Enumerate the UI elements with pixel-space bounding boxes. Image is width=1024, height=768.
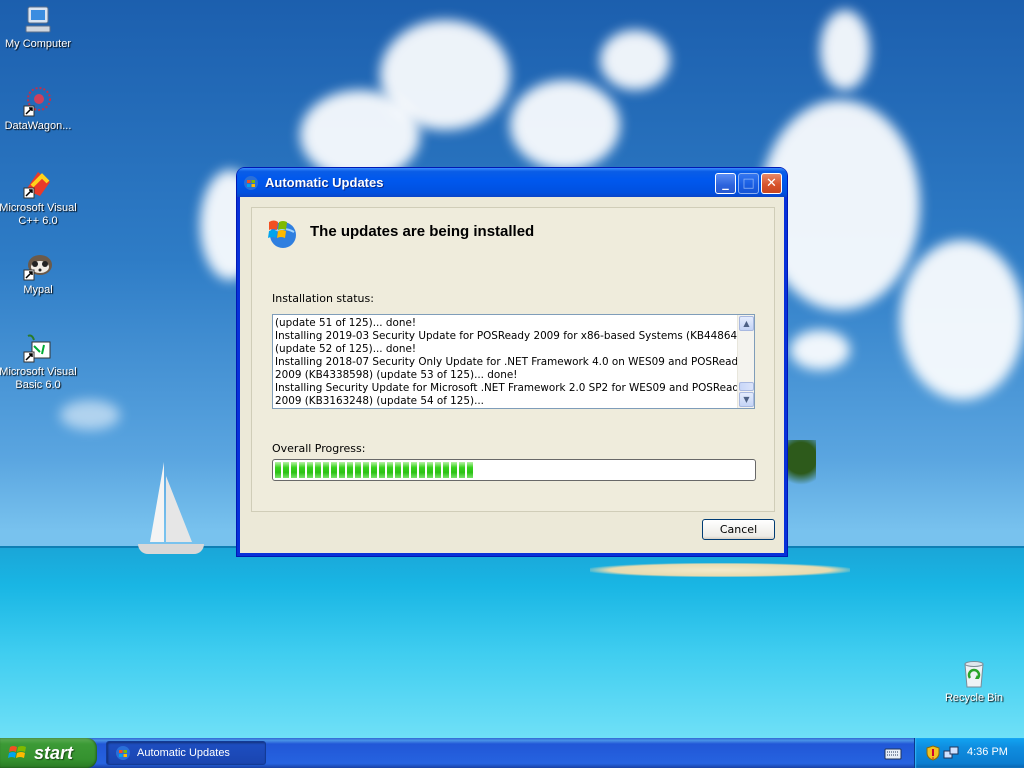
desktop-icon-label: Mypal <box>23 284 53 296</box>
computer-icon <box>25 6 51 33</box>
heading: The updates are being installed <box>310 223 535 240</box>
progress-block <box>467 462 473 478</box>
progress-block <box>435 462 441 478</box>
window-title: Automatic Updates <box>265 175 384 190</box>
progress-block <box>371 462 377 478</box>
desktop-icon-visual-cpp[interactable]: Microsoft Visual C++ 6.0 <box>0 168 78 228</box>
sailboat-sail <box>150 462 164 542</box>
log-line: Installing 2019-03 Security Update for P… <box>275 330 755 342</box>
desktop-icon-label: My Computer <box>4 38 72 50</box>
progress-fill <box>275 462 753 478</box>
keyboard-icon[interactable] <box>884 745 902 761</box>
visual-basic-icon <box>23 334 51 363</box>
taskbar-item-automatic-updates[interactable]: Automatic Updates <box>106 741 266 765</box>
log-line: 2009 (KB4338598) (update 53 of 125)... d… <box>275 369 518 381</box>
clock[interactable]: 4:36 PM <box>967 746 1008 758</box>
chevron-down-icon: ▼ <box>743 395 750 404</box>
automatic-updates-window: Automatic Updates _ □ ✕ The updates are … <box>237 168 787 556</box>
progress-block <box>363 462 369 478</box>
progress-block <box>395 462 401 478</box>
palm-tree <box>786 440 816 500</box>
scroll-up-button[interactable]: ▲ <box>739 316 754 331</box>
progress-block <box>275 462 281 478</box>
visual-cpp-icon <box>23 172 50 199</box>
installation-status-label: Installation status: <box>272 292 374 305</box>
desktop-icon-label: Microsoft Visual Basic 6.0 <box>0 366 77 391</box>
progress-block <box>379 462 385 478</box>
log-line: (update 51 of 125)... done! <box>275 317 417 329</box>
log-line: Installing 2018-07 Security Only Update … <box>275 356 745 368</box>
chevron-up-icon: ▲ <box>743 319 750 328</box>
progress-block <box>339 462 345 478</box>
progress-block <box>331 462 337 478</box>
progress-block <box>323 462 329 478</box>
progress-block <box>307 462 313 478</box>
security-shield-icon[interactable] <box>925 745 941 761</box>
overall-progress-bar <box>272 459 756 481</box>
maximize-icon: □ <box>742 176 755 191</box>
log-line: (update 52 of 125)... done! <box>275 343 417 355</box>
windows-update-icon <box>244 175 258 190</box>
progress-block <box>291 462 297 478</box>
window-titlebar[interactable]: Automatic Updates _ □ ✕ <box>237 168 787 197</box>
start-label: start <box>34 742 74 763</box>
sailboat-hull <box>138 544 204 554</box>
windows-update-globe-icon <box>268 220 296 248</box>
taskbar: start Automatic Updates 4:36 PM <box>0 738 1024 768</box>
desktop-icon-recycle-bin[interactable]: Recycle Bin <box>934 658 1014 705</box>
taskbar-item-label: Automatic Updates <box>137 747 230 759</box>
progress-block <box>459 462 465 478</box>
progress-block <box>387 462 393 478</box>
progress-block <box>403 462 409 478</box>
progress-block <box>411 462 417 478</box>
log-lines: (update 51 of 125)... done! Installing 2… <box>275 317 755 408</box>
mypal-icon <box>23 255 52 281</box>
progress-block <box>283 462 289 478</box>
installation-log[interactable]: (update 51 of 125)... done! Installing 2… <box>272 314 755 409</box>
windows-update-icon <box>116 746 130 760</box>
sailboat-jib <box>166 476 192 542</box>
log-line: 2009 (KB3163248) (update 54 of 125)... <box>275 395 484 407</box>
desktop-icon-label: Recycle Bin <box>944 692 1004 704</box>
close-icon: ✕ <box>766 176 777 191</box>
progress-block <box>347 462 353 478</box>
datawagon-icon <box>23 87 51 117</box>
minimize-button[interactable]: _ <box>715 173 736 194</box>
desktop-icon-visual-basic[interactable]: Microsoft Visual Basic 6.0 <box>0 332 78 392</box>
progress-block <box>443 462 449 478</box>
maximize-button: □ <box>738 173 759 194</box>
progress-block <box>419 462 425 478</box>
window-client-area: The updates are being installed Installa… <box>240 197 784 553</box>
log-line: Installing Security Update for Microsoft… <box>275 382 746 394</box>
start-button[interactable]: start <box>0 738 97 768</box>
desktop-icon-my-computer[interactable]: My Computer <box>0 4 78 51</box>
windows-flag-icon <box>8 746 26 758</box>
desktop-icon-datawagon[interactable]: DataWagon... <box>0 86 78 133</box>
desktop-icon-label: DataWagon... <box>4 120 72 132</box>
progress-block <box>451 462 457 478</box>
progress-block <box>315 462 321 478</box>
desktop-icon-mypal[interactable]: Mypal <box>0 250 78 297</box>
overall-progress-label: Overall Progress: <box>272 442 366 455</box>
island <box>590 563 850 577</box>
progress-block <box>427 462 433 478</box>
sea <box>0 548 1024 738</box>
scroll-down-button[interactable]: ▼ <box>739 392 754 407</box>
progress-block <box>299 462 305 478</box>
minimize-icon: _ <box>722 176 729 191</box>
cancel-button[interactable]: Cancel <box>702 519 775 540</box>
recycle-bin-icon <box>964 661 984 688</box>
network-icon[interactable] <box>943 745 959 761</box>
system-tray: 4:36 PM <box>914 738 1024 768</box>
desktop-icon-label: Microsoft Visual C++ 6.0 <box>0 202 77 227</box>
close-button[interactable]: ✕ <box>761 173 782 194</box>
log-scrollbar[interactable]: ▲ ▼ <box>737 315 754 408</box>
content-panel: The updates are being installed Installa… <box>251 207 775 512</box>
progress-block <box>355 462 361 478</box>
scroll-thumb[interactable] <box>739 382 754 391</box>
